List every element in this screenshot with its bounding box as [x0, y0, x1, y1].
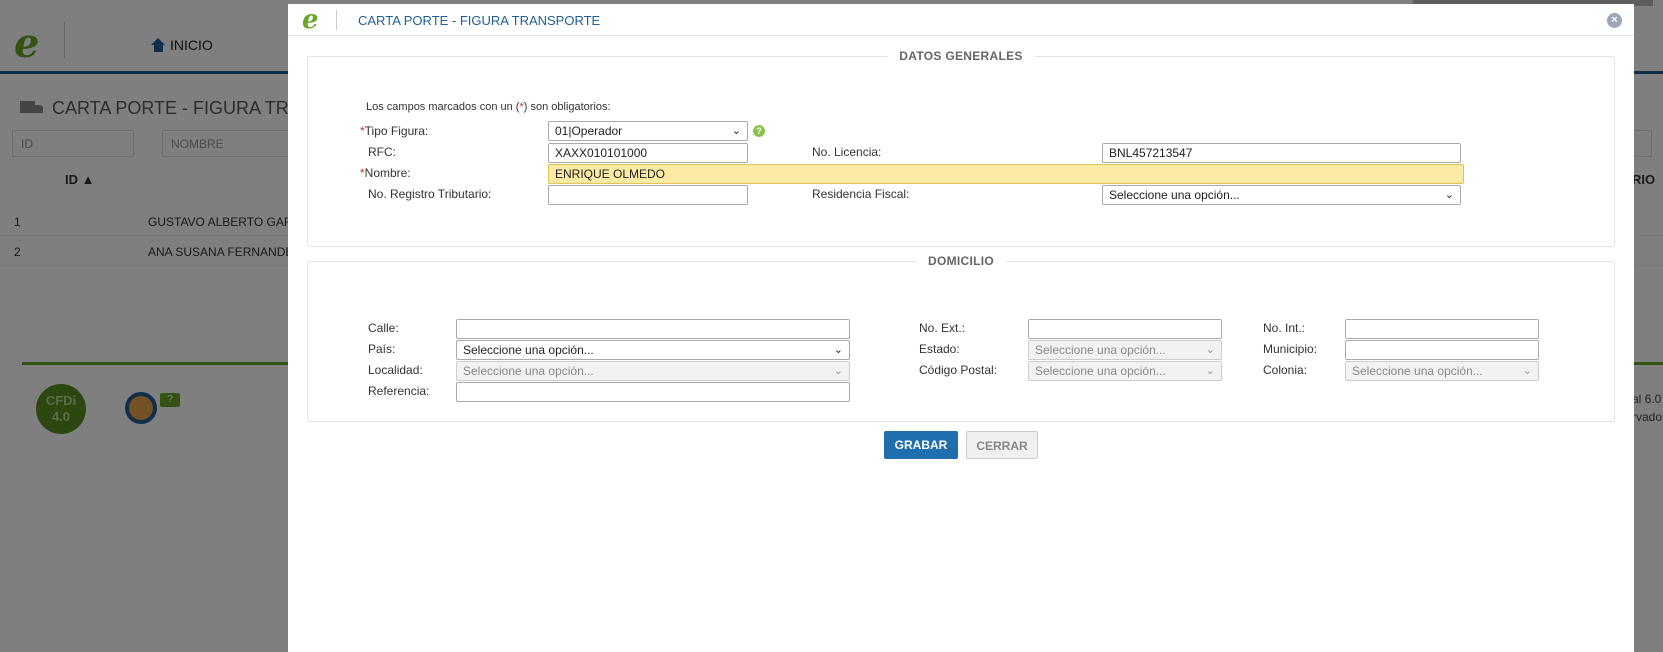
- chevron-down-icon: ⌄: [731, 125, 741, 137]
- estado-value: Seleccione una opción...: [1035, 343, 1166, 357]
- calle-input[interactable]: [456, 319, 850, 339]
- chevron-down-icon: ⌄: [1205, 344, 1215, 356]
- modal-title: CARTA PORTE - FIGURA TRANSPORTE: [358, 13, 601, 28]
- pais-select[interactable]: Seleccione una opción... ⌄: [456, 340, 850, 360]
- required-note-prefix: Los campos marcados con un (: [366, 101, 520, 113]
- colonia-value: Seleccione una opción...: [1352, 364, 1483, 378]
- nombre-label: *Nombre:: [360, 166, 411, 180]
- chevron-down-icon: ⌄: [1205, 365, 1215, 377]
- colonia-label: Colonia:: [1263, 363, 1308, 377]
- grabar-button[interactable]: GRABAR: [884, 431, 958, 459]
- datos-generales-legend: DATOS GENERALES: [899, 49, 1023, 63]
- modal-header-divider: [336, 10, 337, 30]
- colonia-select[interactable]: Seleccione una opción... ⌄: [1345, 361, 1539, 381]
- estado-select[interactable]: Seleccione una opción... ⌄: [1028, 340, 1222, 360]
- referencia-label: Referencia:: [368, 384, 430, 398]
- required-note-suffix: ) son obligatorios:: [523, 101, 611, 113]
- no-ext-label: No. Ext.:: [919, 321, 966, 335]
- no-int-label: No. Int.:: [1263, 321, 1306, 335]
- pais-label: País:: [368, 342, 396, 356]
- no-licencia-input[interactable]: [1102, 143, 1461, 163]
- localidad-label: Localidad:: [368, 363, 423, 377]
- municipio-input[interactable]: [1345, 340, 1539, 360]
- no-registro-tributario-label: No. Registro Tributario:: [368, 187, 492, 201]
- referencia-input[interactable]: [456, 382, 850, 402]
- modal-header: e CARTA PORTE - FIGURA TRANSPORTE ×: [288, 4, 1634, 36]
- tipo-figura-label-text: Tipo Figura:: [364, 124, 429, 138]
- carta-porte-modal: e CARTA PORTE - FIGURA TRANSPORTE × DATO…: [288, 4, 1634, 652]
- codigo-postal-select[interactable]: Seleccione una opción... ⌄: [1028, 361, 1222, 381]
- residencia-fiscal-value: Seleccione una opción...: [1109, 188, 1240, 202]
- chevron-down-icon: ⌄: [1522, 365, 1532, 377]
- chevron-down-icon: ⌄: [1444, 189, 1454, 201]
- required-note: Los campos marcados con un (*) son oblig…: [366, 101, 611, 113]
- localidad-select[interactable]: Seleccione una opción... ⌄: [456, 361, 850, 381]
- estado-label: Estado:: [919, 342, 960, 356]
- calle-label: Calle:: [368, 321, 399, 335]
- residencia-fiscal-select[interactable]: Seleccione una opción... ⌄: [1102, 185, 1461, 205]
- tipo-figura-value: 01|Operador: [555, 124, 623, 138]
- rfc-input[interactable]: [548, 143, 748, 163]
- no-int-input[interactable]: [1345, 319, 1539, 339]
- tipo-figura-select[interactable]: 01|Operador ⌄: [548, 121, 748, 141]
- no-registro-tributario-input[interactable]: [548, 185, 748, 205]
- no-licencia-label: No. Licencia:: [812, 145, 882, 159]
- help-icon[interactable]: ?: [753, 125, 765, 137]
- pais-value: Seleccione una opción...: [463, 343, 594, 357]
- municipio-label: Municipio:: [1263, 342, 1318, 356]
- nombre-label-text: Nombre:: [364, 166, 411, 180]
- cerrar-button[interactable]: CERRAR: [966, 431, 1038, 459]
- modal-logo: e: [302, 5, 319, 35]
- nombre-input[interactable]: [548, 164, 1464, 184]
- localidad-value: Seleccione una opción...: [463, 364, 594, 378]
- no-ext-input[interactable]: [1028, 319, 1222, 339]
- chevron-down-icon: ⌄: [833, 344, 843, 356]
- tipo-figura-label: *Tipo Figura:: [360, 124, 428, 138]
- codigo-postal-value: Seleccione una opción...: [1035, 364, 1166, 378]
- chevron-down-icon: ⌄: [833, 365, 843, 377]
- domicilio-legend: DOMICILIO: [927, 254, 995, 268]
- close-icon[interactable]: ×: [1607, 13, 1622, 28]
- rfc-label: RFC:: [368, 145, 396, 159]
- codigo-postal-label: Código Postal:: [919, 363, 998, 377]
- residencia-fiscal-label: Residencia Fiscal:: [812, 187, 910, 201]
